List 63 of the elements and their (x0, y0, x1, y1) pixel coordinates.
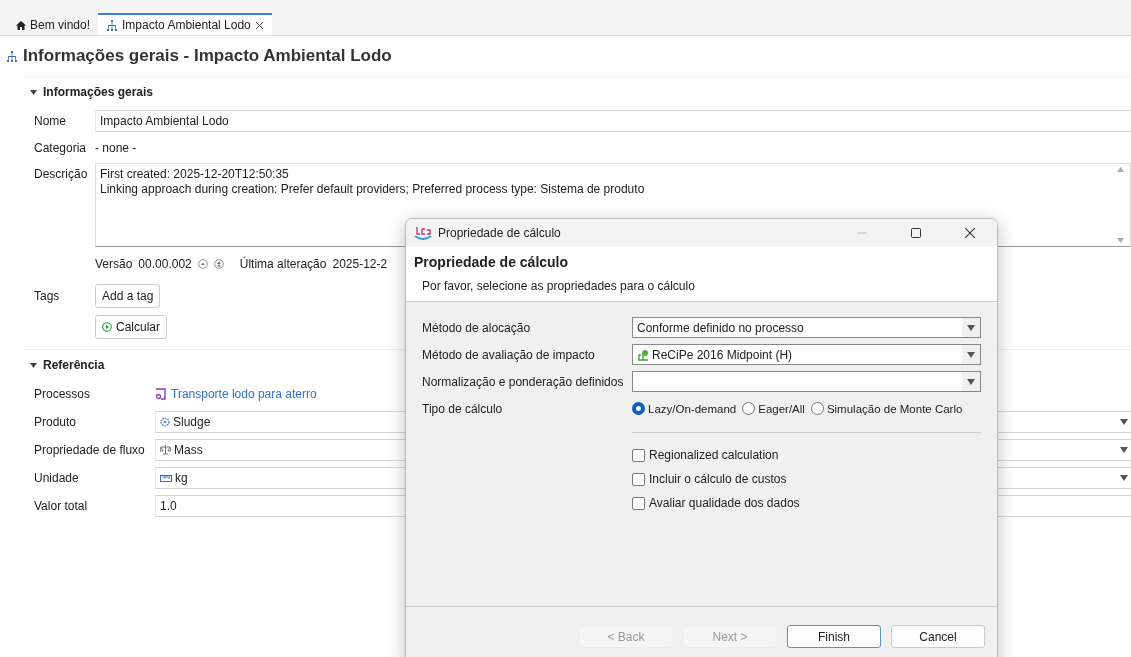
name-field[interactable]: Impacto Ambiental Lodo (95, 109, 1131, 132)
dialog-heading: Propriedade de cálculo (414, 254, 570, 270)
option-checkbox[interactable]: Avaliar qualidade dos dados (632, 491, 981, 515)
calculate-button[interactable]: Calcular (95, 315, 167, 339)
dropdown-arrow-icon[interactable] (1120, 475, 1128, 481)
page-title: Informações gerais - Impacto Ambiental Lodo (23, 46, 392, 66)
home-icon (16, 20, 26, 30)
dialog-subtitle: Por favor, selecione as propriedades para o cálculo (421, 279, 696, 293)
collapse-icon[interactable] (30, 89, 37, 95)
dropdown-arrow-icon[interactable] (967, 324, 975, 331)
dropdown-arrow-icon[interactable] (967, 351, 975, 358)
calculation-type-radio[interactable]: Simulação de Monte Carlo (810, 402, 963, 415)
section-header[interactable]: Informações gerais (43, 85, 154, 99)
field-label: Última alteração (239, 257, 327, 271)
close-icon[interactable] (965, 228, 975, 238)
collapse-icon[interactable] (30, 362, 37, 368)
section-header[interactable]: Referência (43, 358, 105, 372)
field-label: Unidade (34, 471, 80, 485)
field-label: Valor total (34, 499, 89, 513)
dialog-title: Propriedade de cálculo (438, 226, 562, 240)
plant-icon (637, 348, 649, 361)
scale-icon (160, 445, 171, 455)
field-label: Normalização e ponderação definidos (422, 374, 625, 389)
version-up-icon[interactable] (213, 259, 224, 269)
ruler-icon (160, 474, 172, 482)
field-label: Produto (34, 415, 78, 429)
combo-box[interactable]: ReCiPe 2016 Midpoint (H) (632, 344, 981, 365)
dropdown-arrow-icon[interactable] (1120, 419, 1128, 425)
editor-tab[interactable]: Bem vindo! (8, 13, 99, 35)
play-icon (102, 322, 112, 332)
field-label: Categoria (34, 140, 88, 155)
field-label: Nome (34, 113, 67, 128)
maximize-icon[interactable] (911, 228, 921, 238)
last-change-value: 2025-12-2 (332, 257, 388, 271)
calculation-type-radio[interactable]: Eager/All (742, 402, 805, 415)
wizard-button[interactable]: Finish (787, 625, 881, 648)
field-label: Propriedade de fluxo (34, 443, 146, 457)
field-label: Tipo de cálculo (422, 401, 504, 416)
combo-box[interactable]: Conforme definido no processo (632, 317, 981, 338)
version-value: 00.00.002 (138, 257, 192, 271)
process-icon (155, 388, 166, 400)
editor-tab[interactable]: Impacto Ambiental Lodo (98, 13, 272, 35)
add-tag-button[interactable]: Add a tag (95, 284, 161, 308)
category-value: - none - (95, 140, 138, 155)
field-label: Método de alocação (422, 320, 532, 335)
dropdown-arrow-icon[interactable] (1120, 447, 1128, 453)
field-label: Descrição (34, 166, 89, 181)
hierarchy-icon (106, 19, 119, 31)
combo-box[interactable] (632, 371, 981, 392)
gear-icon (160, 417, 170, 427)
dropdown-arrow-icon[interactable] (967, 378, 975, 385)
field-label: Método de avaliação de impacto (422, 347, 596, 362)
field-label: Processos (34, 387, 92, 401)
option-checkbox[interactable]: Incluir o cálculo de custos (632, 467, 981, 491)
option-checkbox[interactable]: Regionalized calculation (632, 443, 981, 467)
close-icon[interactable] (254, 20, 264, 30)
field-label: Tags (34, 289, 61, 303)
hierarchy-icon (6, 50, 18, 62)
app-logo-icon (414, 226, 432, 240)
calculation-type-radio[interactable]: Lazy/On-demand (632, 402, 737, 415)
version-up-icon[interactable] (197, 259, 208, 269)
wizard-button[interactable]: Cancel (891, 625, 985, 648)
field-label: Versão (95, 257, 133, 271)
